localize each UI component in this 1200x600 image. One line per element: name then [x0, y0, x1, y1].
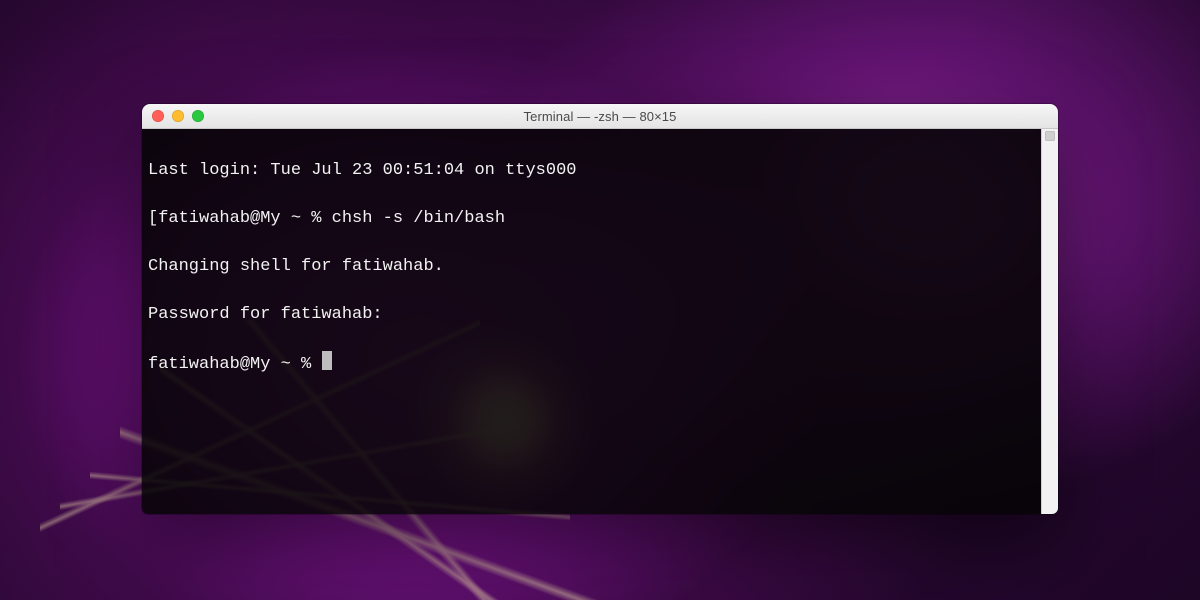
- terminal-line: Password for fatiwahab:: [148, 303, 1038, 327]
- close-icon[interactable]: [152, 110, 164, 122]
- window-controls: [152, 110, 204, 122]
- desktop-wallpaper: Terminal — -zsh — 80×15 Last login: Tue …: [0, 0, 1200, 600]
- scrollbar-thumb-icon[interactable]: [1045, 131, 1055, 141]
- terminal-viewport[interactable]: Last login: Tue Jul 23 00:51:04 on ttys0…: [142, 129, 1058, 514]
- terminal-line: Last login: Tue Jul 23 00:51:04 on ttys0…: [148, 159, 1038, 183]
- vertical-scrollbar[interactable]: [1041, 129, 1058, 514]
- terminal-prompt: fatiwahab@My ~ %: [148, 355, 321, 374]
- window-titlebar[interactable]: Terminal — -zsh — 80×15: [142, 104, 1058, 129]
- window-title: Terminal — -zsh — 80×15: [142, 109, 1058, 124]
- terminal-prompt-line: fatiwahab@My ~ %: [148, 351, 1038, 377]
- minimize-icon[interactable]: [172, 110, 184, 122]
- cursor-icon: [322, 351, 332, 370]
- terminal-line: Changing shell for fatiwahab.: [148, 255, 1038, 279]
- terminal-line: [fatiwahab@My ~ % chsh -s /bin/bash: [148, 207, 1038, 231]
- terminal-output: Last login: Tue Jul 23 00:51:04 on ttys0…: [148, 135, 1038, 425]
- zoom-icon[interactable]: [192, 110, 204, 122]
- terminal-window[interactable]: Terminal — -zsh — 80×15 Last login: Tue …: [142, 104, 1058, 514]
